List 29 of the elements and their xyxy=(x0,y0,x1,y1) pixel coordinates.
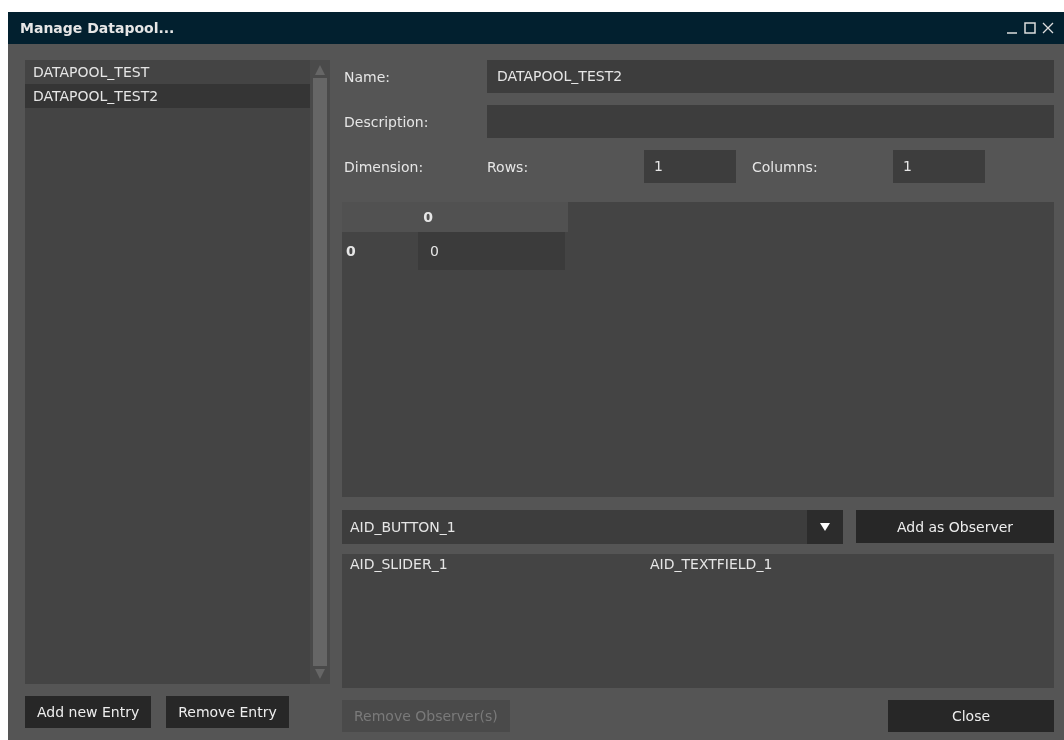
scroll-thumb[interactable] xyxy=(313,78,327,666)
scroll-down-icon[interactable] xyxy=(314,668,326,680)
list-item[interactable]: AID_SLIDER_1 xyxy=(350,556,650,572)
field-label: Rows: xyxy=(487,158,530,175)
column-header: 0 xyxy=(422,209,434,225)
table-cell[interactable]: 0 xyxy=(418,232,565,270)
add-observer-button[interactable]: Add as Observer xyxy=(856,510,1054,543)
list-item[interactable]: DATAPOOL_TEST xyxy=(25,60,310,84)
observer-dropdown[interactable]: AID_BUTTON_1 xyxy=(342,510,843,544)
scrollbar[interactable] xyxy=(310,60,330,684)
columns-field[interactable]: 1 xyxy=(893,150,985,183)
dropdown-arrow-icon[interactable] xyxy=(820,522,830,532)
field-label: Name: xyxy=(343,68,392,85)
scroll-up-icon[interactable] xyxy=(314,64,326,76)
rows-field[interactable]: 1 xyxy=(644,150,736,183)
field-label: Dimension: xyxy=(343,158,425,175)
close-button[interactable]: Close xyxy=(888,700,1054,732)
close-icon[interactable] xyxy=(1042,22,1054,34)
window-title: Manage Datapool... xyxy=(20,20,176,36)
maximize-icon[interactable] xyxy=(1024,22,1036,34)
list-button[interactable]: Add new Entry xyxy=(25,696,152,728)
name-field[interactable]: DATAPOOL_TEST2 xyxy=(487,60,1054,93)
field-label: Columns: xyxy=(751,158,819,175)
list-item[interactable]: DATAPOOL_TEST2 xyxy=(25,84,310,108)
list-button[interactable]: Remove Entry xyxy=(166,696,289,728)
description-field[interactable] xyxy=(487,105,1054,138)
list-item[interactable]: AID_TEXTFIELD_1 xyxy=(650,556,1046,572)
field-label: Description: xyxy=(343,113,430,130)
row-header: 0 xyxy=(345,243,357,259)
